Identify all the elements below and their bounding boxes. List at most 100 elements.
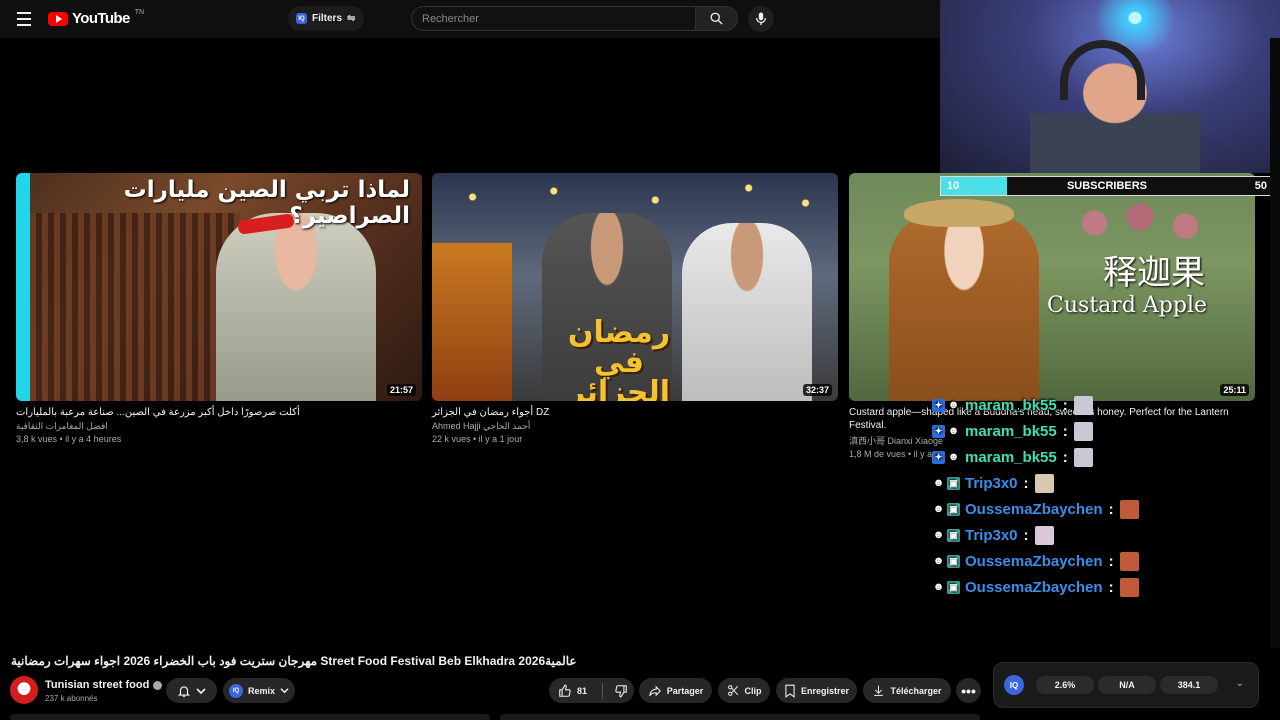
video-duration: 21:57 <box>386 384 416 396</box>
verified-icon <box>153 680 163 690</box>
video-thumbnail[interactable]: لماذا تربي الصين مليارات الصراصير؟ 21:57 <box>16 173 422 401</box>
thumbnail-text: رمضان في الجزائر <box>567 315 671 402</box>
thumbs-down-icon[interactable] <box>614 684 628 698</box>
iq-icon: IQ <box>296 13 307 24</box>
download-icon <box>874 685 884 696</box>
thumbnail-person-image <box>682 223 812 401</box>
search-input[interactable] <box>422 12 695 25</box>
chat-message: ✦ ☻ maram_bk55: <box>932 418 1172 444</box>
chevron-down-icon <box>280 688 289 694</box>
more-actions-button[interactable]: ••• <box>956 678 981 703</box>
chat-overlay: ✦ ☻ maram_bk55: ✦ ☻ maram_bk55: ✦ ☻ maram_bk55: ☻… <box>932 392 1172 600</box>
video-meta: 22 k vues • il y a 1 jour <box>432 434 523 444</box>
thumbnail-text-chinese: 释迦果 <box>1103 253 1205 293</box>
stat-value-1: 2.6% <box>1036 676 1094 694</box>
chat-badge-icon: ✦ <box>932 398 945 412</box>
thumbnail-text-english: Custard Apple <box>1047 293 1207 318</box>
watch-video-title: مهرجان ستريت فود باب الخضراء 2026 اجواء … <box>11 654 577 668</box>
like-dislike-group: 81 <box>549 678 634 703</box>
thumbs-up-icon[interactable] <box>558 684 572 698</box>
search-button[interactable] <box>695 6 738 31</box>
iq-icon: IQ <box>228 683 243 698</box>
chevron-down-icon[interactable]: ⌄ <box>1236 678 1244 689</box>
download-button[interactable]: Télécharger <box>863 678 951 703</box>
video-card-2[interactable]: رمضان في الجزائر 32:37 أجواء رمضان في ال… <box>432 173 838 444</box>
chat-message: ☻ ▣ Trip3x0: <box>932 522 1172 548</box>
video-title[interactable]: أجواء رمضان في الجزائر DZ <box>432 406 838 419</box>
thumbnail-person-image <box>216 213 376 401</box>
webcam-overlay <box>940 0 1280 173</box>
chat-message: ✦ ☻ maram_bk55: <box>932 444 1172 470</box>
emoji-badge-icon: ☻ <box>947 425 960 437</box>
video-thumbnail[interactable]: رمضان في الجزائر 32:37 <box>432 173 838 401</box>
video-meta: 3,8 k vues • il y a 4 heures <box>16 434 122 444</box>
channel-name-link[interactable]: Tunisian street food <box>45 679 163 691</box>
video-channel[interactable]: Ahmed Hajji أحمد الحاجي <box>432 421 838 432</box>
chat-separator: : <box>1023 526 1029 544</box>
chat-username: maram_bk55 <box>965 422 1057 440</box>
video-thumbnail[interactable]: 释迦果 Custard Apple 25:11 <box>849 173 1255 401</box>
channel-name: Tunisian street food <box>45 679 150 691</box>
chat-separator: : <box>1062 396 1068 414</box>
video-title[interactable]: أكلت صرصورًا داخل أكبر مزرعة في الصين...… <box>16 406 422 419</box>
like-divider <box>602 682 604 699</box>
scissors-icon <box>727 685 738 696</box>
clip-label: Clip <box>744 685 762 696</box>
bookmark-icon <box>785 684 795 698</box>
microphone-icon <box>755 12 767 26</box>
thumbnail-fruit-image <box>1075 193 1205 253</box>
filters-button[interactable]: IQ Filters ⇋ <box>288 6 365 31</box>
channel-avatar[interactable] <box>10 676 38 704</box>
chevron-down-icon <box>196 687 206 694</box>
youtube-logo[interactable]: YouTube TN <box>48 9 144 27</box>
emoji-badge-icon: ☻ <box>932 529 945 541</box>
save-button[interactable]: Enregistrer <box>776 678 857 703</box>
chat-separator: : <box>1108 500 1114 518</box>
chat-separator: : <box>1023 474 1029 492</box>
chat-separator: : <box>1108 552 1114 570</box>
thumbnail-fruit-stand-image <box>432 243 512 401</box>
subscriber-goal-bar: 10 SUBSCRIBERS 50 <box>940 176 1274 196</box>
chat-badge-icon: ▣ <box>947 580 960 594</box>
chat-username: OussemaZbaychen <box>965 578 1103 596</box>
chat-message: ✦ ☻ maram_bk55: <box>932 392 1172 418</box>
chat-badge-icon: ▣ <box>947 554 960 568</box>
thumbnail-text: لماذا تربي الصين مليارات الصراصير؟ <box>123 177 410 229</box>
stat-value-2: N/A <box>1098 676 1156 694</box>
chat-username: maram_bk55 <box>965 448 1057 466</box>
share-button[interactable]: Partager <box>639 678 712 703</box>
more-horizontal-icon: ••• <box>961 682 976 699</box>
subscriber-goal-max: 50 <box>1254 180 1267 192</box>
chat-emote-icon <box>1119 499 1139 519</box>
chat-emote-icon <box>1073 447 1093 467</box>
search-box <box>411 6 695 31</box>
chat-username: Trip3x0 <box>965 526 1018 544</box>
video-card-1[interactable]: لماذا تربي الصين مليارات الصراصير؟ 21:57… <box>16 173 422 444</box>
menu-icon[interactable] <box>14 9 34 29</box>
subscriber-goal-label: SUBSCRIBERS <box>1066 180 1148 192</box>
chat-username: OussemaZbaychen <box>965 552 1103 570</box>
chat-badge-icon: ▣ <box>947 502 960 516</box>
download-label: Télécharger <box>890 685 942 696</box>
chat-message: ☻ ▣ OussemaZbaychen: <box>932 574 1172 600</box>
sliders-icon: ⇋ <box>347 13 356 24</box>
remix-button[interactable]: IQ Remix <box>223 678 295 703</box>
video-channel[interactable]: افضل المغامرات الثقافية <box>16 421 422 432</box>
chat-badge-icon: ▣ <box>947 528 960 542</box>
chat-badge-icon: ✦ <box>932 450 945 464</box>
emoji-badge-icon: ☻ <box>932 555 945 567</box>
clip-button[interactable]: Clip <box>718 678 770 703</box>
chat-emote-icon <box>1119 551 1139 571</box>
voice-search-button[interactable] <box>748 6 774 32</box>
chat-message: ☻ ▣ Trip3x0: <box>932 470 1172 496</box>
emoji-badge-icon: ☻ <box>932 477 945 489</box>
thumbnail-hat-image <box>904 199 1014 227</box>
chat-username: Trip3x0 <box>965 474 1018 492</box>
chat-separator: : <box>1062 448 1068 466</box>
notifications-button[interactable] <box>166 678 217 703</box>
thumbnail-person-image <box>889 213 1039 401</box>
chat-message: ☻ ▣ OussemaZbaychen: <box>932 496 1172 522</box>
top-bar: YouTube TN IQ Filters ⇋ <box>0 0 940 38</box>
scrollbar-track[interactable] <box>1270 38 1280 648</box>
emoji-badge-icon: ☻ <box>947 399 960 411</box>
